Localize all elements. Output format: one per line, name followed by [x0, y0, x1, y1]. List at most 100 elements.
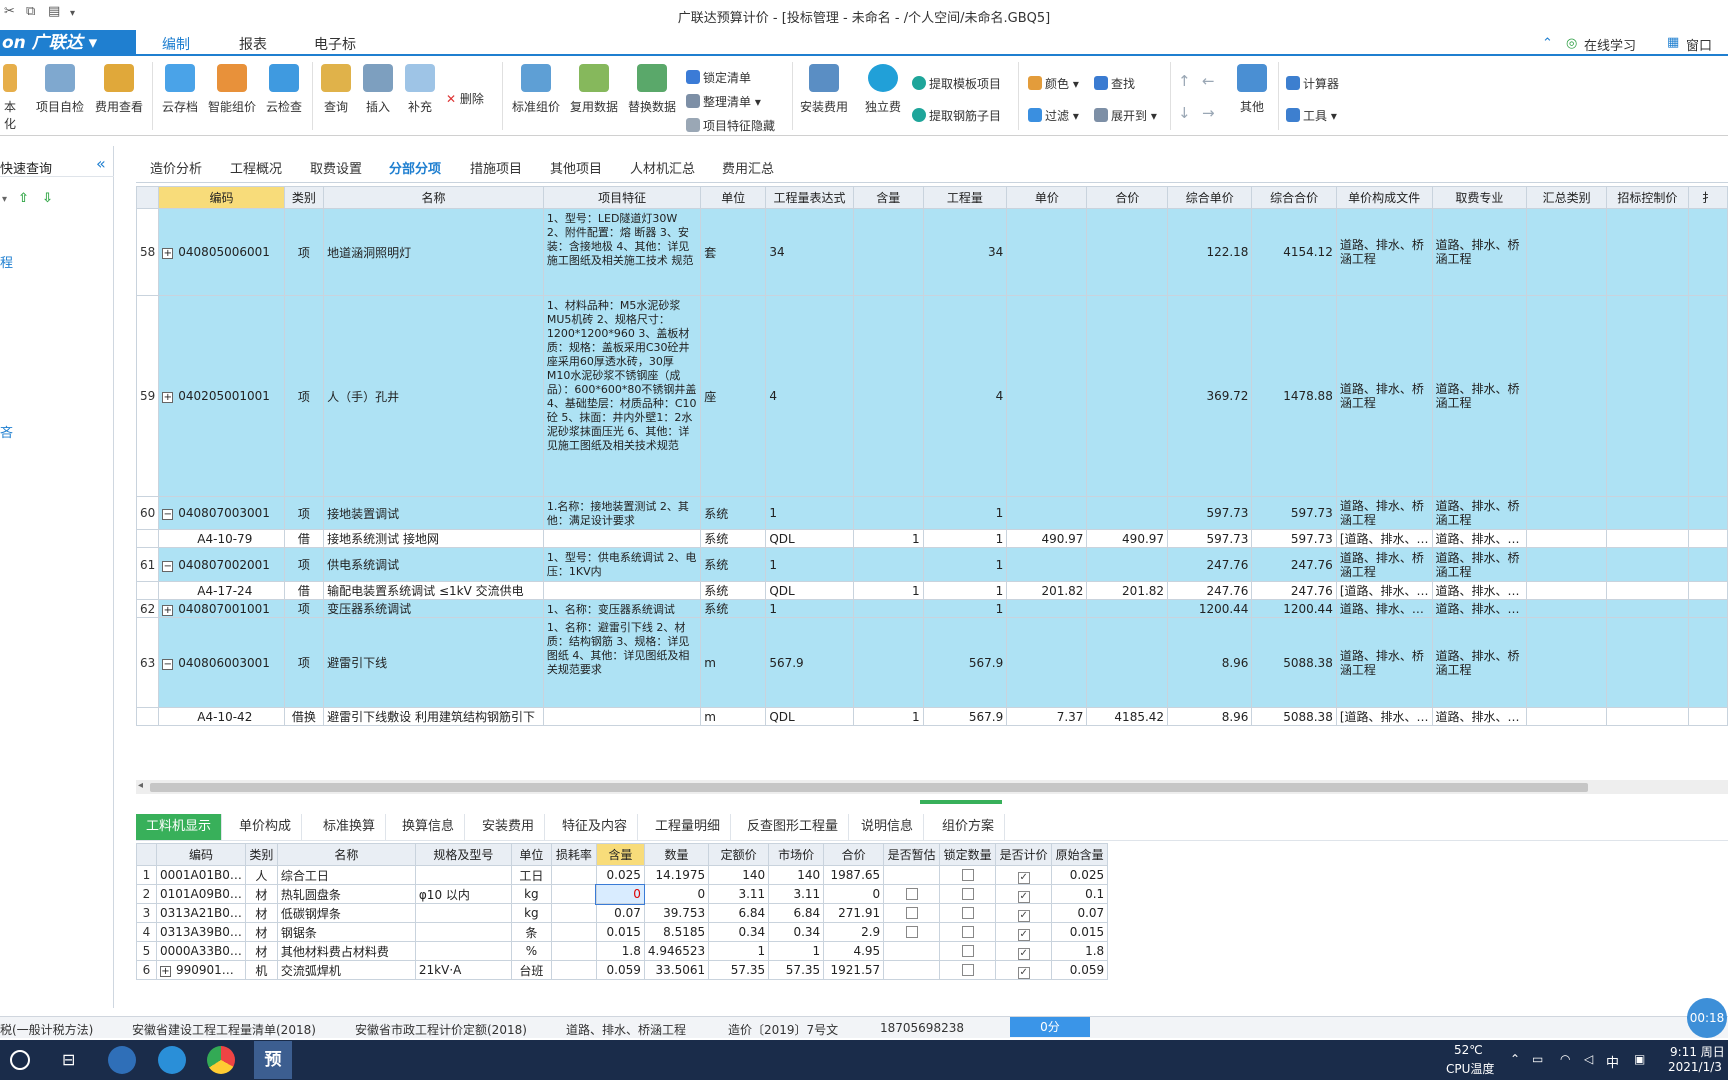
- bcol-header-orig-ratio[interactable]: 原始含量: [1051, 843, 1109, 866]
- bcell-name[interactable]: 综合工日: [276, 865, 416, 885]
- cell-total[interactable]: [1086, 208, 1169, 296]
- bcell-is-priced[interactable]: ✓: [995, 941, 1053, 961]
- cell-name[interactable]: 供电系统调试: [323, 547, 544, 582]
- table-row[interactable]: 61−040807002001 项供电系统调试 1、型号：供电系统调试 2、电压：1…: [135, 547, 1728, 582]
- bcell-type[interactable]: 机: [244, 960, 278, 980]
- btab-reverse-graphic[interactable]: 反查图形工程量: [737, 814, 850, 840]
- cell-quantity[interactable]: 1: [922, 529, 1008, 548]
- bcell-market-price[interactable]: 57.35: [768, 960, 825, 980]
- cell-features[interactable]: 1、型号：LED隧道灯30W 2、附件配置：熔 断器 3、安装：含接地极 4、其…: [542, 208, 702, 296]
- bcell-loss[interactable]: [550, 903, 597, 923]
- bcell-qty[interactable]: 4.946523: [643, 941, 710, 961]
- collapse-pane-icon[interactable]: «: [96, 154, 106, 173]
- expand-icon[interactable]: +: [162, 392, 174, 403]
- bcell-name[interactable]: 交流弧焊机: [276, 960, 416, 980]
- bcell-quota-price[interactable]: 1: [708, 941, 770, 961]
- bcell-total[interactable]: 271.91: [823, 903, 885, 923]
- checked-checkbox-icon[interactable]: ✓: [1017, 966, 1030, 979]
- move-right-icon[interactable]: →: [1202, 104, 1215, 122]
- checked-checkbox-icon[interactable]: ✓: [1017, 947, 1030, 960]
- bcell-orig-ratio[interactable]: 0.07: [1051, 903, 1109, 923]
- extract-rebar-button[interactable]: 提取钢筋子目: [912, 107, 1001, 124]
- cell-total[interactable]: [1086, 599, 1169, 618]
- tray-chevron-icon[interactable]: ⌃: [1510, 1052, 1520, 1066]
- cell-price-file[interactable]: 道路、排水、…: [1335, 599, 1433, 618]
- collapse-icon[interactable]: −: [162, 509, 174, 520]
- bcell-quota-price[interactable]: 3.11: [708, 884, 770, 904]
- cell-price-file[interactable]: [道路、排水、…: [1335, 707, 1433, 726]
- cell-total[interactable]: [1086, 295, 1169, 497]
- tab-project-overview[interactable]: 工程概况: [230, 158, 282, 177]
- cell-quantity[interactable]: 1: [922, 581, 1008, 600]
- cell-code[interactable]: +040205001001: [158, 295, 285, 497]
- cell-unit-price[interactable]: [1006, 295, 1088, 497]
- row-number[interactable]: 3: [136, 903, 157, 923]
- bcell-quota-price[interactable]: 57.35: [708, 960, 770, 980]
- cell-empty[interactable]: [1688, 295, 1728, 497]
- cell-price-file[interactable]: [道路、排水、…: [1335, 529, 1433, 548]
- row-number[interactable]: [135, 581, 160, 600]
- cell-price-file[interactable]: [道路、排水、…: [1335, 581, 1433, 600]
- cell-quantity[interactable]: 1: [922, 599, 1008, 618]
- bcell-is-priced[interactable]: ✓: [995, 865, 1053, 885]
- bcell-is-priced[interactable]: ✓: [995, 903, 1053, 923]
- cell-ratio[interactable]: [852, 547, 924, 582]
- col-header-quantity[interactable]: 工程量: [922, 186, 1008, 209]
- calculator-button[interactable]: 计算器: [1286, 75, 1339, 92]
- cell-empty[interactable]: [1605, 208, 1690, 296]
- cell-composite-total[interactable]: 5088.38: [1251, 617, 1337, 708]
- col-header-fee-specialty[interactable]: 取费专业: [1431, 186, 1528, 209]
- cell-composite-price[interactable]: 369.72: [1167, 295, 1253, 497]
- find-button[interactable]: 查找: [1094, 75, 1135, 92]
- cell-empty[interactable]: [1526, 581, 1607, 600]
- cell-unit-price[interactable]: 490.97: [1006, 529, 1088, 548]
- col-header-features[interactable]: 项目特征: [542, 186, 702, 209]
- checkbox-icon[interactable]: [961, 888, 974, 900]
- tray-volume-icon[interactable]: ◁: [1584, 1052, 1593, 1066]
- cell-name[interactable]: 地道涵洞照明灯: [323, 208, 544, 296]
- task-view-icon[interactable]: ⊟: [62, 1050, 75, 1069]
- cell-features[interactable]: [542, 707, 702, 726]
- cell-empty[interactable]: [1605, 529, 1690, 548]
- cell-fee-specialty[interactable]: 道路、排水、桥涵工程: [1431, 208, 1528, 296]
- app-icon-browser-1[interactable]: [108, 1046, 136, 1074]
- checkbox-icon[interactable]: [905, 888, 918, 900]
- cell-composite-total[interactable]: 1200.44: [1251, 599, 1337, 618]
- cell-empty[interactable]: [1526, 529, 1607, 548]
- cell-composite-total[interactable]: 4154.12: [1251, 208, 1337, 296]
- row-number[interactable]: 59: [135, 295, 160, 497]
- btab-quantity-detail[interactable]: 工程量明细: [645, 814, 732, 840]
- cell-ratio[interactable]: [852, 599, 924, 618]
- cell-price-file[interactable]: 道路、排水、桥涵工程: [1335, 208, 1433, 296]
- cell-total[interactable]: [1086, 496, 1169, 530]
- tab-fee-settings[interactable]: 取费设置: [310, 158, 362, 177]
- col-header-total[interactable]: 合价: [1086, 186, 1169, 209]
- cell-empty[interactable]: [1688, 208, 1728, 296]
- cell-composite-total[interactable]: 5088.38: [1251, 707, 1337, 726]
- col-header-code[interactable]: 编码: [158, 186, 285, 209]
- tray-ime[interactable]: 中: [1606, 1052, 1619, 1071]
- cell-composite-price[interactable]: 8.96: [1167, 617, 1253, 708]
- checkbox-icon[interactable]: [905, 926, 918, 938]
- bcell-is-estimate[interactable]: [883, 903, 941, 923]
- cell-unit[interactable]: m: [700, 617, 767, 708]
- btab-price-composition[interactable]: 单价构成: [229, 814, 303, 840]
- cell-total[interactable]: [1086, 547, 1169, 582]
- cell-code[interactable]: A4-10-79: [158, 529, 285, 548]
- color-button[interactable]: 颜色 ▾: [1028, 75, 1079, 92]
- move-left-icon[interactable]: ←: [1202, 72, 1215, 90]
- cell-empty[interactable]: [1688, 581, 1728, 600]
- bcell-orig-ratio[interactable]: 0.025: [1051, 865, 1109, 885]
- list-item[interactable]: 3 0313A21B0… 材低碳钢焊条 kg 0.07 39.753 6.84 6.84 271…: [136, 903, 1109, 923]
- btab-labor-material[interactable]: 工料机显示: [136, 814, 223, 840]
- cell-quantity[interactable]: 34: [922, 208, 1008, 296]
- tray-time[interactable]: 9:11 周日: [1670, 1043, 1725, 1060]
- bcell-spec[interactable]: [414, 922, 512, 942]
- bcell-unit[interactable]: kg: [510, 903, 552, 923]
- cell-unit-price[interactable]: [1006, 547, 1088, 582]
- cell-price-file[interactable]: 道路、排水、桥涵工程: [1335, 496, 1433, 530]
- bcell-code[interactable]: 0313A39B0…: [156, 922, 246, 942]
- pane-splitter-handle[interactable]: [920, 800, 1002, 804]
- collapse-icon[interactable]: −: [162, 658, 174, 670]
- cell-name[interactable]: 人（手）孔井: [323, 295, 544, 497]
